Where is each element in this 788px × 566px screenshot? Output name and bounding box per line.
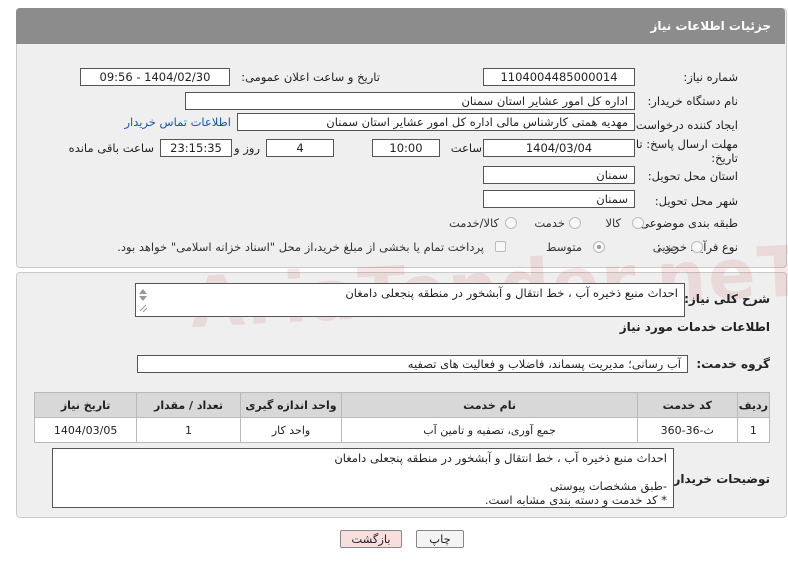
- remaining-time-field[interactable]: 23:15:35: [160, 139, 232, 157]
- province-field[interactable]: سمنان: [483, 166, 635, 184]
- col-header-row-number: ردیف: [736, 392, 771, 418]
- buyer-notes-label: توضیحات خریدار:: [668, 472, 770, 486]
- back-button[interactable]: بازگشت: [340, 530, 402, 548]
- days-label: روز و: [234, 141, 260, 155]
- col-header-service-name: نام خدمت: [341, 392, 638, 418]
- summary-textarea[interactable]: احداث منبع ذخیره آب ، خط انتقال و آبشخور…: [135, 283, 685, 317]
- creator-field[interactable]: مهدیه همتی کارشناس مالی اداره کل امور عش…: [237, 113, 635, 131]
- table-row[interactable]: 1 ث-36-360 جمع آوری، تصفیه و تامین آب وا…: [33, 417, 771, 443]
- col-header-service-code: کد خدمت: [636, 392, 738, 418]
- buyer-notes-textarea[interactable]: احداث منبع ذخیره آب ، خط انتقال و آبشخور…: [52, 448, 674, 508]
- buyer-org-field[interactable]: اداره کل امور عشایر استان سمنان: [185, 92, 635, 110]
- panel-header: جزئیات اطلاعات نیاز: [16, 8, 785, 44]
- table-header-row: ردیف کد خدمت نام خدمت واحد اندازه گیری ت…: [33, 392, 771, 418]
- category-option-goods-service: کالا/خدمت: [448, 216, 499, 230]
- announce-datetime-field[interactable]: 1404/02/30 - 09:56: [80, 68, 230, 86]
- category-radio-goods-service[interactable]: [505, 217, 517, 229]
- buyer-org-label: نام دستگاه خریدار:: [647, 94, 738, 108]
- cell-need-date: 1404/03/05: [33, 417, 138, 443]
- cell-service-name: جمع آوری، تصفیه و تامین آب: [341, 417, 638, 443]
- category-radio-goods[interactable]: [632, 217, 644, 229]
- cell-unit: واحد کار: [239, 417, 343, 443]
- city-label: شهر محل تحویل:: [654, 194, 738, 208]
- services-table: ردیف کد خدمت نام خدمت واحد اندازه گیری ت…: [33, 392, 771, 443]
- print-button[interactable]: چاپ: [416, 530, 464, 548]
- col-header-unit: واحد اندازه گیری: [239, 392, 343, 418]
- service-group-label: گروه خدمت:: [696, 357, 770, 371]
- services-heading: اطلاعات خدمات مورد نیاز: [619, 320, 770, 334]
- summary-scroll-arrows-icon[interactable]: [137, 285, 149, 315]
- deadline-label-line1: مهلت ارسال پاسخ: تا: [635, 137, 738, 151]
- need-number-label: شماره نیاز:: [683, 70, 738, 84]
- page-title: جزئیات اطلاعات نیاز: [650, 19, 771, 33]
- creator-label: ایجاد کننده درخواست:: [632, 118, 738, 132]
- province-label: استان محل تحویل:: [647, 169, 738, 183]
- col-header-need-date: تاریخ نیاز: [33, 392, 138, 418]
- cell-quantity: 1: [136, 417, 241, 443]
- col-header-quantity: تعداد / مقدار: [136, 392, 241, 418]
- deadline-label-line2: تاریخ:: [711, 151, 738, 165]
- category-radio-service[interactable]: [569, 217, 581, 229]
- category-option-goods: کالا: [605, 216, 621, 230]
- category-label: طبقه بندی موضوعی:: [636, 216, 738, 230]
- need-number-field[interactable]: 1104004485000014: [483, 68, 635, 86]
- buyer-contact-link[interactable]: اطلاعات تماس خریدار: [124, 115, 231, 129]
- days-remaining-field[interactable]: 4: [266, 139, 334, 157]
- summary-label: شرح کلی نیاز:: [684, 292, 770, 306]
- announce-label: تاریخ و ساعت اعلان عمومی:: [241, 70, 380, 84]
- remaining-time-label: ساعت باقی مانده: [68, 141, 154, 155]
- deadline-time-label: ساعت: [450, 141, 482, 155]
- category-option-service: خدمت: [534, 216, 565, 230]
- deadline-label: مهلت ارسال پاسخ: تا تاریخ:: [636, 137, 738, 165]
- service-group-field[interactable]: آب رسانی؛ مدیریت پسماند، فاضلاب و فعالیت…: [137, 355, 688, 373]
- cell-row-number: 1: [736, 417, 771, 443]
- cell-service-code: ث-36-360: [636, 417, 738, 443]
- deadline-time-field[interactable]: 10:00: [372, 139, 440, 157]
- deadline-date-field[interactable]: 1404/03/04: [483, 139, 635, 157]
- city-field[interactable]: سمنان: [483, 190, 635, 208]
